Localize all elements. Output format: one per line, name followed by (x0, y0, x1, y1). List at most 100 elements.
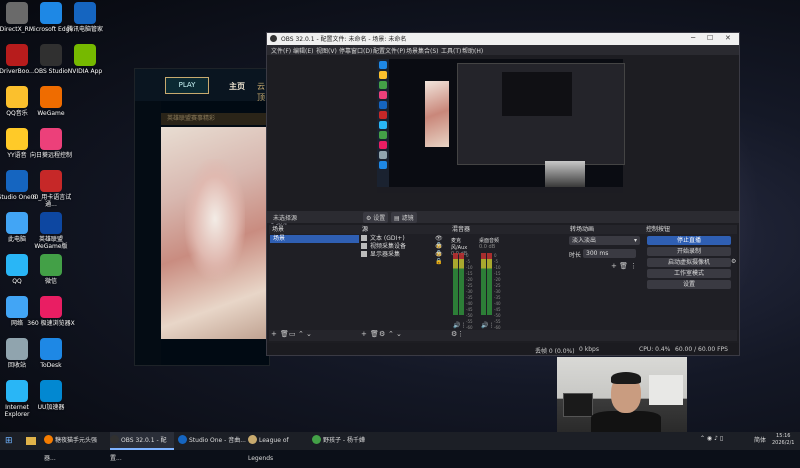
lol-top-bar: PLAY 主页 云顶 (135, 69, 269, 102)
virtual-camera-settings-icon[interactable]: ⚙ (731, 258, 736, 265)
studio-one-icon (178, 435, 187, 444)
duration-input[interactable]: 300 ms (583, 249, 636, 258)
settings-button[interactable]: 设置 (647, 280, 731, 289)
source-item[interactable]: 视频采集设备 (361, 243, 406, 251)
menu-tools[interactable]: 工具(T) (441, 46, 461, 55)
lol-play-button[interactable]: PLAY (165, 77, 209, 94)
preview-nested-obs (457, 63, 625, 165)
scene-filter-button[interactable]: ▭ (289, 330, 296, 338)
menu-file[interactable]: 文件(F) (271, 46, 291, 55)
lol-client-window[interactable]: PLAY 主页 云顶 英雄联盟赛事精彩 (134, 68, 270, 366)
file-explorer-icon[interactable] (26, 437, 36, 445)
visibility-eye-icon[interactable]: 👁🔒 (435, 251, 449, 265)
lol-home-tab[interactable]: 主页 (229, 81, 245, 92)
maximize-icon[interactable]: ☐ (707, 34, 713, 42)
filters-button[interactable]: ▤ 滤镜 (391, 212, 417, 223)
add-scene-button[interactable]: + (271, 330, 277, 338)
obs-titlebar[interactable]: OBS 32.0.1 - 配置文件: 未命名 - 场景: 未命名 ─ ☐ ✕ (267, 33, 739, 45)
desktop-icon[interactable]: 00_用卡语言试通... (26, 170, 76, 208)
menu-edit[interactable]: 编辑(E) (293, 46, 313, 55)
desktop-icon[interactable]: 微信 (26, 254, 76, 285)
desktop-icon[interactable]: 360 极速浏览器X (26, 296, 76, 327)
preview-canvas (377, 59, 625, 193)
sources-footer: + 🗑 ⚙ ⌃ ⌄ (359, 330, 449, 341)
minimize-icon[interactable]: ─ (691, 34, 695, 42)
start-recording-button[interactable]: 开始录制 (647, 247, 731, 256)
webcam-person-body (591, 411, 661, 433)
move-up-button[interactable]: ⌃ (388, 330, 394, 338)
taskbar-app-music[interactable]: 野孩子 - 杨千嬅 (312, 432, 372, 450)
add-source-button[interactable]: + (361, 330, 367, 338)
menu-view[interactable]: 视图(V) (316, 46, 337, 55)
preview-lol-art (425, 81, 449, 147)
desktop-icon[interactable]: UU加速器 (26, 380, 76, 411)
transition-select[interactable]: 淡入淡出 ▾ (569, 236, 640, 245)
mixer-body: 麦克风/Aux 0.0 dB 0-5-10-15-20-25-30-35-40-… (449, 234, 567, 330)
input-language[interactable]: 简体 (754, 435, 766, 444)
desktop-icon[interactable]: 腾讯电脑管家 (60, 2, 110, 33)
lol-sidebar (135, 101, 161, 365)
move-down-button[interactable]: ⌄ (396, 330, 402, 338)
desktop-icon[interactable]: 英雄联盟WeGame版 (26, 212, 76, 250)
studio-mode-button[interactable]: 工作室模式 (647, 269, 731, 278)
app-icon (6, 86, 28, 108)
display-source-icon (361, 251, 367, 257)
menu-help[interactable]: 帮助(H) (462, 46, 483, 55)
webcam-overlay (557, 357, 687, 433)
move-up-button[interactable]: ⌃ (298, 330, 304, 338)
source-settings-button[interactable]: ⚙ (379, 330, 385, 338)
desktop-icon[interactable]: NVIDIA App (60, 44, 110, 75)
desktop-icon[interactable]: WeGame (26, 86, 76, 117)
volume-meter (459, 253, 464, 315)
desktop-icon-label: 英雄联盟WeGame版 (34, 236, 68, 250)
clock[interactable]: 15:16 2026/2/1 (772, 433, 794, 447)
source-item[interactable]: 显示器采集 (361, 251, 400, 259)
mute-icon[interactable]: 🔊⋮ (453, 322, 466, 329)
taskbar-app-obs[interactable]: OBS 32.0.1 - 配置... (110, 432, 174, 462)
remove-scene-button[interactable]: 🗑 (280, 330, 289, 338)
taskbar-app-lol[interactable]: League of Legends (248, 432, 310, 462)
taskbar: ⊞ 糖夜猫手元头强器... OBS 32.0.1 - 配置... Studio … (0, 432, 800, 462)
app-icon (74, 2, 96, 24)
channel-db: 0.0 dB (479, 244, 496, 250)
channel-name: 桌面音频 (479, 238, 500, 244)
fps-readout: 60.00 / 60.00 FPS (675, 346, 728, 353)
desktop-icon[interactable]: ToDesk (26, 338, 76, 369)
close-icon[interactable]: ✕ (725, 34, 731, 42)
taskbar-app-studio-one[interactable]: Studio One - 音曲... (178, 432, 246, 450)
menu-profile[interactable]: 配置文件(P) (373, 46, 405, 55)
audio-mixer-dock: 混音器 麦克风/Aux 0.0 dB 0-5-10-15-20-25-30-35… (449, 225, 567, 341)
source-item[interactable]: 文本 (GDI+) (361, 235, 405, 243)
obs-window[interactable]: OBS 32.0.1 - 配置文件: 未命名 - 场景: 未命名 ─ ☐ ✕ 文… (266, 32, 740, 356)
properties-button[interactable]: ⚙ 设置 (363, 212, 389, 223)
desktop-icon-label: 腾讯电脑管家 (66, 26, 103, 33)
no-source-label: 未选择源 (273, 215, 298, 222)
menu-scene-collection[interactable]: 场景集合(S) (406, 46, 439, 55)
mixer-settings-icon[interactable]: ⚙⋮ (451, 330, 464, 338)
obs-preview[interactable]: ⌁ 30% (267, 55, 739, 229)
app-icon (40, 170, 62, 192)
obs-menubar: 文件(F) 编辑(E) 视图(V) 停靠窗口(D) 配置文件(P) 场景集合(S… (267, 45, 739, 55)
start-virtual-camera-button[interactable]: 启动虚拟摄像机 (647, 258, 731, 267)
stop-streaming-button[interactable]: 停止直播 (647, 236, 731, 245)
windows-start-icon[interactable]: ⊞ (5, 436, 13, 446)
menu-docks[interactable]: 停靠窗口(D) (339, 46, 372, 55)
app-icon (6, 254, 28, 276)
tray-icons[interactable]: ⌃ ◉ ♪ ▯ (700, 435, 723, 442)
move-down-button[interactable]: ⌄ (306, 330, 312, 338)
app-icon (6, 44, 28, 66)
desktop-icon[interactable]: 向日葵远程控制 (26, 128, 76, 159)
transition-controls-icon[interactable]: + 🗑 ⋮ (611, 262, 637, 270)
scene-item[interactable]: 场景 (270, 235, 361, 243)
remove-source-button[interactable]: 🗑 (370, 330, 379, 338)
transitions-dock: 转场动画 淡入淡出 ▾ 时长 300 ms + 🗑 ⋮ (567, 225, 643, 341)
duration-label: 时长 (569, 252, 582, 259)
mute-icon[interactable]: 🔊⋮ (481, 322, 494, 329)
app-icon (40, 380, 62, 402)
desktop-icon-label: NVIDIA App (67, 68, 103, 75)
scenes-title: 场景 (272, 226, 285, 233)
volume-meter (453, 253, 458, 315)
taskbar-app-1[interactable]: 糖夜猫手元头强器... (44, 432, 104, 462)
obs-logo-icon (270, 35, 277, 42)
lol-banner[interactable]: 英雄联盟赛事精彩 (161, 113, 269, 125)
